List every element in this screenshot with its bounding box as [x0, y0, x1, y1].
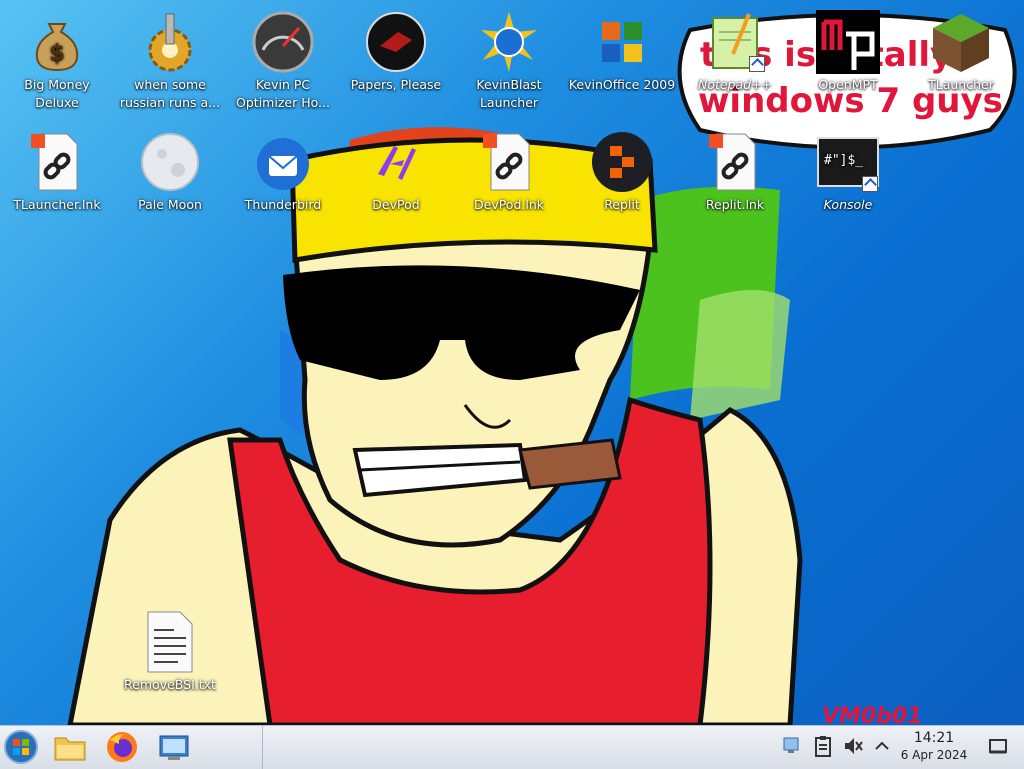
desktop-icon-label: RemoveBSI.txt [124, 677, 216, 692]
taskbar-separator [262, 726, 263, 769]
desktop-icon-thunderbird[interactable]: Thunderbird [227, 124, 339, 214]
desktop[interactable]: this is totally windows 7 guys $ Big Mon… [0, 0, 1024, 725]
clipboard-icon[interactable] [811, 734, 835, 758]
firefox-icon [107, 732, 137, 762]
terminal-icon: #"]$_ [816, 130, 880, 194]
link-file-icon [477, 130, 541, 194]
desktop-icon-label: DevPod.lnk [474, 197, 544, 212]
desktop-icon-kevinblast-launcher[interactable]: KevinBlast Launcher [453, 4, 565, 112]
desktop-icon-tlauncher[interactable]: TLauncher [905, 4, 1017, 94]
desktop-icon-label: TLauncher.lnk [13, 197, 101, 212]
desktop-icon-label: Replit.lnk [705, 197, 765, 212]
desktop-icon-devpod-lnk[interactable]: DevPod.lnk [453, 124, 565, 214]
start-button[interactable] [1, 728, 41, 766]
replit-icon [590, 130, 654, 194]
devpod-icon [364, 130, 428, 194]
volume-muted-icon[interactable] [841, 734, 865, 758]
desktop-icon-label: when some russian runs a... [119, 77, 221, 110]
control-panel-icon [159, 735, 189, 760]
desktop-icon-replit-lnk[interactable]: Replit.lnk [679, 124, 791, 214]
taskbar-system-settings[interactable] [154, 728, 194, 766]
shortcut-arrow-icon [862, 176, 878, 192]
notepad-plus-plus-icon [703, 10, 767, 74]
desktop-icon-label: KevinBlast Launcher [476, 77, 542, 110]
desktop-icon-replit[interactable]: Replit [566, 124, 678, 214]
gear-gold-icon [138, 10, 202, 74]
desktop-icon-russian-runs[interactable]: when some russian runs a... [114, 4, 226, 112]
desktop-icon-papers-please[interactable]: Papers, Please [340, 4, 452, 94]
desktop-icon-label: Thunderbird [244, 197, 322, 212]
wallpaper-watermark: VM0b01 [822, 704, 923, 725]
desktop-icon-label: OpenMPT [818, 77, 878, 92]
desktop-icon-label: TLauncher [928, 77, 994, 92]
network-icon[interactable] [780, 734, 804, 758]
money-bag-icon: $ [25, 10, 89, 74]
desktop-icon-kevin-pc-optimizer[interactable]: Kevin PC Optimizer Ho... [227, 4, 339, 112]
desktop-icon-notepad-plus-plus[interactable]: Notepad++ [679, 4, 791, 94]
openmpt-icon [816, 10, 880, 74]
taskbar-file-manager[interactable] [50, 728, 90, 766]
shortcut-arrow-icon [749, 56, 765, 72]
desktop-icon-tlauncher-lnk[interactable]: TLauncher.lnk [1, 124, 113, 214]
globe-burst-icon [477, 10, 541, 74]
desktop-icon-big-money-deluxe[interactable]: $ Big Money Deluxe [1, 4, 113, 112]
desktop-icon-removebsi-txt[interactable]: RemoveBSI.txt [114, 604, 226, 694]
desktop-icon-label: Notepad++ [697, 77, 773, 92]
link-file-icon [25, 130, 89, 194]
show-desktop-icon[interactable] [986, 734, 1010, 758]
folder-icon [54, 737, 86, 761]
desktop-icon-devpod[interactable]: DevPod [340, 124, 452, 214]
desktop-icon-label: KevinOffice 2009 [568, 77, 676, 92]
desktop-icon-konsole[interactable]: #"]$_ Konsole [792, 124, 904, 214]
papers-please-icon [364, 10, 428, 74]
svg-text:$: $ [49, 41, 64, 66]
desktop-icon-pale-moon[interactable]: Pale Moon [114, 124, 226, 214]
clock[interactable]: 14:21 6 Apr 2024 [896, 729, 972, 763]
office-logo-icon [590, 10, 654, 74]
desktop-icon-label: Big Money Deluxe [24, 77, 90, 110]
svg-text:#"]$_: #"]$_ [824, 153, 863, 168]
windows-start-icon [4, 730, 38, 764]
text-file-icon [138, 610, 202, 674]
taskbar-firefox[interactable] [102, 728, 142, 766]
moon-icon [138, 130, 202, 194]
link-file-icon [703, 130, 767, 194]
desktop-icon-kevinoffice-2009[interactable]: KevinOffice 2009 [566, 4, 678, 94]
thunderbird-icon [251, 130, 315, 194]
desktop-icon-label: Pale Moon [138, 197, 202, 212]
chevron-up-icon[interactable] [870, 734, 894, 758]
desktop-icon-label: DevPod [372, 197, 420, 212]
desktop-icon-label: Konsole [823, 197, 873, 212]
taskbar: 14:21 6 Apr 2024 [0, 725, 1024, 769]
desktop-icon-label: Kevin PC Optimizer Ho... [236, 77, 330, 110]
desktop-icon-label: Papers, Please [350, 77, 442, 92]
speedometer-icon [251, 10, 315, 74]
desktop-icon-openmpt[interactable]: OpenMPT [792, 4, 904, 94]
clock-time: 14:21 [913, 730, 955, 746]
desktop-icon-label: Replit [604, 197, 640, 212]
grass-block-icon [929, 10, 993, 74]
clock-date: 6 Apr 2024 [900, 748, 968, 762]
